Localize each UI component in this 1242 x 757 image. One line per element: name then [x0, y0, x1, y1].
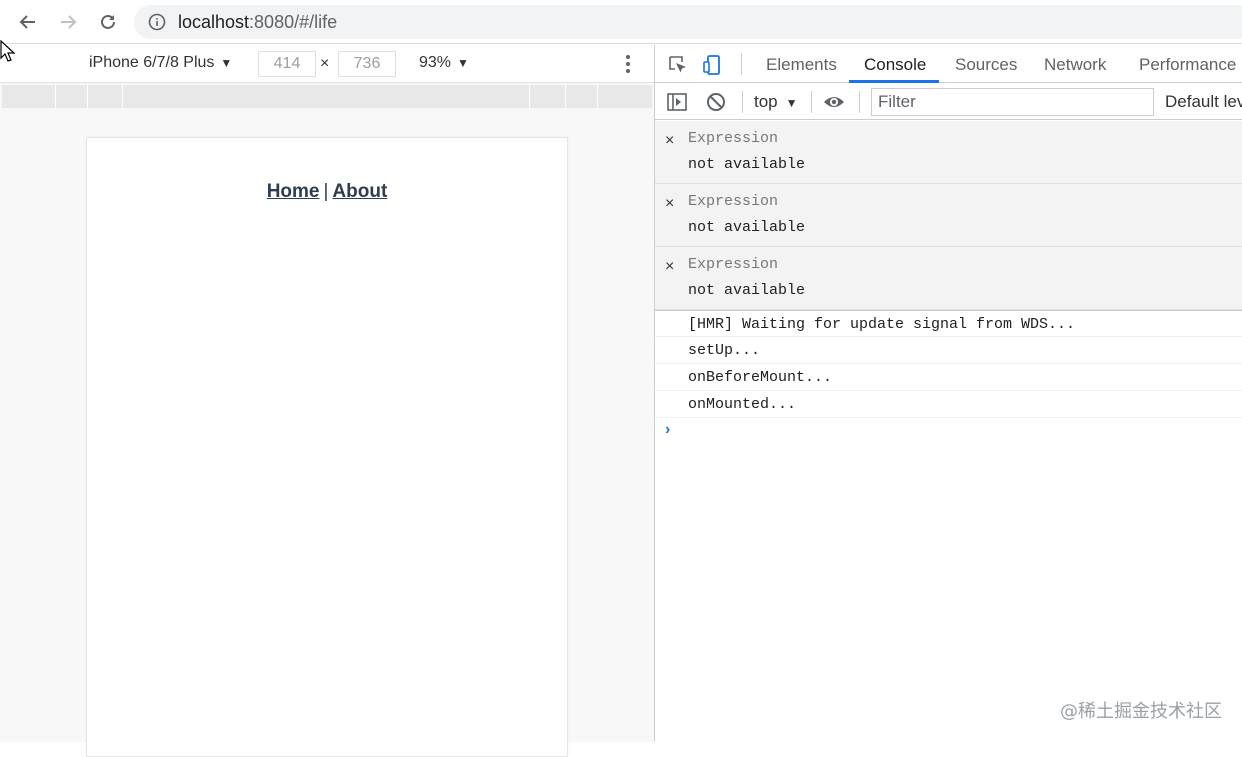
device-toggle-icon[interactable] — [701, 53, 725, 77]
device-screen: Home | About — [86, 137, 568, 757]
inspect-element-icon[interactable] — [666, 53, 690, 77]
media-query-bar[interactable] — [2, 85, 652, 108]
height-input[interactable]: 736 — [338, 51, 396, 77]
clear-console-icon[interactable] — [705, 91, 727, 113]
sidebar-toggle-icon[interactable] — [666, 91, 688, 113]
toolbar-divider — [741, 53, 742, 75]
console-messages: [HMR] Waiting for update signal from WDS… — [655, 310, 1242, 418]
watermark-text: @稀土掘金技术社区 — [1060, 701, 1222, 722]
viewport-pane: iPhone 6/7/8 Plus ▼ 414 × 736 93% ▼ Home | A… — [0, 45, 654, 757]
close-icon[interactable]: × — [665, 195, 674, 213]
dimension-separator: × — [320, 55, 330, 72]
tab-console[interactable]: Console — [864, 55, 926, 75]
forward-button[interactable] — [54, 8, 82, 36]
width-input[interactable]: 414 — [258, 51, 316, 77]
expression-value: not available — [688, 156, 806, 173]
device-toolbar: iPhone 6/7/8 Plus ▼ 414 × 736 93% ▼ — [0, 45, 654, 83]
reload-icon — [101, 14, 115, 29]
log-levels-select[interactable]: Default lev — [1165, 92, 1242, 112]
devtools-panel: Elements Console Sources Network Perform… — [654, 45, 1242, 742]
tab-elements[interactable]: Elements — [766, 55, 837, 75]
toolbar-divider — [811, 91, 812, 113]
expression-value: not available — [688, 219, 806, 236]
chevron-down-icon: ▼ — [457, 56, 469, 70]
nav-link-home[interactable]: Home — [267, 181, 320, 202]
zoom-label: 93% — [419, 54, 452, 71]
expression-value: not available — [688, 282, 806, 299]
reload-button[interactable] — [94, 8, 122, 36]
browser-toolbar: localhost:8080/#/life — [0, 0, 1242, 44]
expression-name[interactable]: Expression — [688, 193, 778, 210]
zoom-select[interactable]: 93% ▼ — [419, 54, 469, 72]
info-circle-icon[interactable] — [148, 13, 166, 31]
chevron-down-icon: ▼ — [220, 56, 233, 70]
toolbar-divider — [859, 91, 860, 113]
tab-performance[interactable]: Performance — [1139, 55, 1236, 75]
expression-name[interactable]: Expression — [688, 256, 778, 273]
media-query-divider — [55, 85, 56, 108]
app-nav: Home | About — [87, 181, 567, 203]
eye-icon[interactable] — [823, 91, 845, 113]
url-host: localhost — [178, 12, 250, 32]
close-icon[interactable]: × — [665, 132, 674, 150]
media-query-divider — [565, 85, 566, 108]
url-path: :8080/#/life — [249, 12, 338, 32]
live-expression: × Expression not available — [655, 247, 1242, 310]
context-select[interactable]: top ▼ — [754, 92, 798, 112]
filter-input[interactable] — [871, 88, 1154, 116]
live-expression: × Expression not available — [655, 184, 1242, 247]
nav-separator: | — [323, 181, 329, 202]
nav-link-about[interactable]: About — [332, 181, 387, 202]
console-prompt[interactable]: › — [665, 421, 670, 439]
expression-name[interactable]: Expression — [688, 130, 778, 147]
arrow-left-icon — [19, 15, 35, 29]
media-query-divider — [87, 85, 88, 108]
media-query-divider — [529, 85, 530, 108]
address-bar[interactable]: localhost:8080/#/life — [134, 5, 1242, 39]
more-options-icon[interactable] — [620, 53, 636, 75]
tab-sources[interactable]: Sources — [955, 55, 1017, 75]
console-toolbar: top ▼ Default lev — [655, 83, 1242, 120]
device-select[interactable]: iPhone 6/7/8 Plus ▼ — [89, 54, 232, 72]
mouse-cursor-icon — [0, 40, 16, 62]
live-expression: × Expression not available — [655, 121, 1242, 184]
tab-network[interactable]: Network — [1044, 55, 1106, 75]
devtools-tabbar: Elements Console Sources Network Perform… — [655, 45, 1242, 83]
toolbar-divider — [742, 91, 743, 113]
console-message: setUp... — [655, 337, 1242, 364]
media-query-divider — [597, 85, 598, 108]
device-label: iPhone 6/7/8 Plus — [89, 54, 215, 71]
back-button[interactable] — [14, 8, 42, 36]
media-query-divider — [122, 85, 123, 108]
close-icon[interactable]: × — [665, 258, 674, 276]
context-label: top — [754, 92, 778, 111]
arrow-right-icon — [61, 15, 77, 29]
console-message: onBeforeMount... — [655, 364, 1242, 391]
console-message: [HMR] Waiting for update signal from WDS… — [655, 310, 1242, 337]
chevron-down-icon: ▼ — [785, 96, 798, 110]
console-message: onMounted... — [655, 391, 1242, 418]
url-text[interactable]: localhost:8080/#/life — [178, 12, 337, 33]
live-expressions: × Expression not available × Expression … — [655, 121, 1242, 310]
